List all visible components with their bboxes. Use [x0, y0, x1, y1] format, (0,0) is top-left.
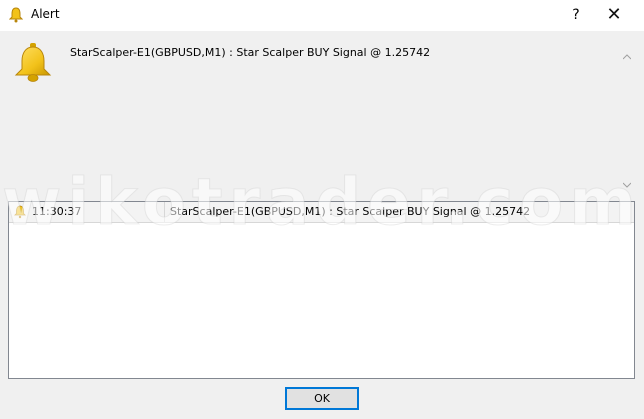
- close-button[interactable]: ✕: [596, 2, 632, 28]
- column-divider: [164, 202, 165, 222]
- list-empty-area: [9, 223, 634, 378]
- ok-button[interactable]: OK: [285, 387, 359, 410]
- chevron-up-icon[interactable]: [622, 54, 632, 60]
- message-scrollbar[interactable]: [620, 46, 634, 196]
- help-button[interactable]: ?: [561, 4, 591, 26]
- window-title: Alert: [31, 7, 60, 21]
- list-item[interactable]: 11:30:37 StarScalper-E1(GBPUSD,M1) : Sta…: [9, 202, 634, 223]
- alert-history-list[interactable]: 11:30:37 StarScalper-E1(GBPUSD,M1) : Sta…: [8, 201, 635, 379]
- alert-dialog: Alert ? ✕ StarScalper-E1(GBPUSD,M1) : St…: [0, 0, 644, 419]
- message-area: StarScalper-E1(GBPUSD,M1) : Star Scalper…: [0, 32, 644, 200]
- bell-icon: [12, 42, 54, 84]
- row-time: 11:30:37: [32, 205, 82, 218]
- alert-message: StarScalper-E1(GBPUSD,M1) : Star Scalper…: [70, 46, 431, 59]
- chevron-down-icon[interactable]: [622, 182, 632, 188]
- bell-icon: [8, 7, 24, 23]
- row-message: StarScalper-E1(GBPUSD,M1) : Star Scalper…: [170, 205, 531, 218]
- bell-icon: [14, 205, 26, 219]
- title-bar: Alert ? ✕: [0, 0, 644, 32]
